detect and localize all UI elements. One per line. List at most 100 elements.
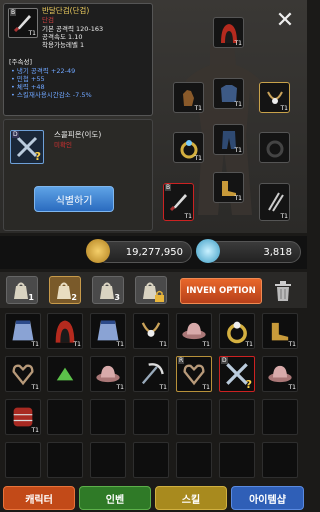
armor-slot[interactable]: T1: [213, 78, 244, 109]
slot-tier: T1: [194, 155, 202, 162]
slot-tier: T1: [280, 105, 288, 112]
inventory-slot[interactable]: T1: [47, 313, 83, 349]
currency-bar: 19,277,950 3,818: [0, 236, 307, 269]
inventory-slot[interactable]: T1: [5, 313, 41, 349]
slot-tier: T1: [288, 384, 296, 391]
skill-status: 미확인: [54, 141, 72, 149]
helmet-slot[interactable]: T1: [213, 17, 244, 48]
inventory-slot[interactable]: [262, 442, 298, 478]
ring-right-slot[interactable]: [259, 132, 290, 163]
close-button[interactable]: ✕: [272, 8, 298, 34]
tab-inventory[interactable]: 인벤: [79, 486, 151, 510]
slot-tier: T1: [31, 384, 39, 391]
green-arrow-icon: [56, 367, 74, 381]
bag-number: 1: [28, 293, 34, 302]
slot-tier: T1: [234, 195, 242, 202]
item-name: 반달단검(단검): [42, 6, 90, 15]
ring-left-slot[interactable]: T1: [173, 132, 204, 163]
slot-tier: T1: [73, 341, 81, 348]
inventory-slot[interactable]: T1: [5, 399, 41, 435]
slot-tier: T1: [234, 40, 242, 47]
gold-coin-icon: [86, 239, 110, 263]
gem-icon: [196, 239, 220, 263]
trash-icon: [275, 281, 291, 301]
bag-icon: [57, 282, 71, 299]
inventory-slot[interactable]: T1: [262, 356, 298, 392]
lock-icon: [155, 290, 164, 302]
inventory-slot[interactable]: T1: [5, 356, 41, 392]
slot-tier: T1: [159, 341, 167, 348]
slot-tier: T1: [116, 341, 124, 348]
inven-option-button[interactable]: INVEN OPTION: [180, 278, 262, 304]
slot-tier: T1: [288, 341, 296, 348]
unidentified-item-panel: D ? 스콜피온(이도) 미확인: [3, 119, 153, 231]
slot-grade: R: [178, 357, 185, 364]
inventory-slot[interactable]: [219, 442, 255, 478]
item-detail-panel: B T1 반달단검(단검) 단검 기본 공격력 120-163 공격속도 1.1…: [3, 3, 153, 116]
inventory-slot[interactable]: T1: [219, 313, 255, 349]
inventory-slot[interactable]: [5, 442, 41, 478]
bag-icon: [100, 282, 114, 299]
offhand-slot[interactable]: T1: [259, 183, 290, 221]
slot-tier: T1: [159, 384, 167, 391]
dagger-icon: [169, 194, 187, 212]
stat-line: 착용가능레벨 1: [42, 41, 85, 49]
skill-name: 스콜피온(이도): [54, 130, 102, 139]
slot-grade: D: [221, 357, 228, 364]
bag-tab-3[interactable]: 3: [92, 276, 124, 304]
slot-tier: T1: [31, 427, 39, 434]
inventory-slot[interactable]: [47, 442, 83, 478]
identify-button[interactable]: 식별하기: [34, 186, 114, 212]
tab-skill[interactable]: 스킬: [155, 486, 227, 510]
inventory-slot[interactable]: [90, 442, 126, 478]
inventory-slot[interactable]: [90, 399, 126, 435]
bag-tab-2[interactable]: 2: [49, 276, 81, 304]
slot-tier: T1: [202, 341, 210, 348]
inventory-slot[interactable]: [176, 399, 212, 435]
inventory-slot[interactable]: T1: [90, 356, 126, 392]
inventory-slot[interactable]: D?: [219, 356, 255, 392]
inventory-slot[interactable]: [47, 399, 83, 435]
necklace-slot[interactable]: T1: [259, 82, 290, 113]
inventory-slot[interactable]: [262, 399, 298, 435]
slot-tier: T1: [280, 213, 288, 220]
inventory-slot[interactable]: [133, 442, 169, 478]
claws-icon: [267, 192, 284, 212]
boots-slot[interactable]: T1: [213, 172, 244, 203]
selected-item-icon[interactable]: B T1: [8, 8, 38, 38]
unknown-mark: ?: [245, 378, 252, 391]
bag-number: 2: [71, 293, 77, 302]
slot-tier: T1: [116, 384, 124, 391]
bag-tab-locked[interactable]: [135, 276, 167, 304]
item-class: 단검: [42, 16, 54, 24]
slot-tier: T1: [31, 341, 39, 348]
inventory-slot[interactable]: T1: [176, 313, 212, 349]
inventory-slot[interactable]: T1: [90, 313, 126, 349]
slot-tier: T1: [245, 341, 253, 348]
inventory-slot[interactable]: [219, 399, 255, 435]
trash-button[interactable]: [268, 276, 298, 306]
option-line: • 스킬재사용시간감소 -7.5%: [11, 91, 92, 99]
gloves-slot[interactable]: T1: [173, 82, 204, 113]
slot-tier: T1: [234, 147, 242, 154]
inventory-slot[interactable]: [47, 356, 83, 392]
inventory-slot[interactable]: T1: [262, 313, 298, 349]
slot-tier: T1: [202, 384, 210, 391]
pants-slot[interactable]: T1: [213, 124, 244, 155]
bag-tab-1[interactable]: 1: [6, 276, 38, 304]
unidentified-item-icon[interactable]: D ?: [10, 130, 44, 164]
bag-icon: [14, 282, 28, 299]
inventory-slot[interactable]: [133, 399, 169, 435]
inventory-slot[interactable]: [176, 442, 212, 478]
inventory-slot[interactable]: T1: [133, 313, 169, 349]
tab-character[interactable]: 캐릭터: [3, 486, 75, 510]
slot-tier: T1: [234, 101, 242, 108]
inventory-slot[interactable]: R T1: [176, 356, 212, 392]
inventory-slot[interactable]: T1: [133, 356, 169, 392]
slot-tier: T1: [194, 105, 202, 112]
unknown-mark: ?: [34, 150, 41, 163]
skill-grade-badge: D: [12, 131, 19, 138]
tab-item-shop[interactable]: 아이템샵: [231, 486, 304, 510]
weapon-slot[interactable]: B T1: [163, 183, 194, 221]
item-grade-badge: B: [10, 9, 17, 16]
